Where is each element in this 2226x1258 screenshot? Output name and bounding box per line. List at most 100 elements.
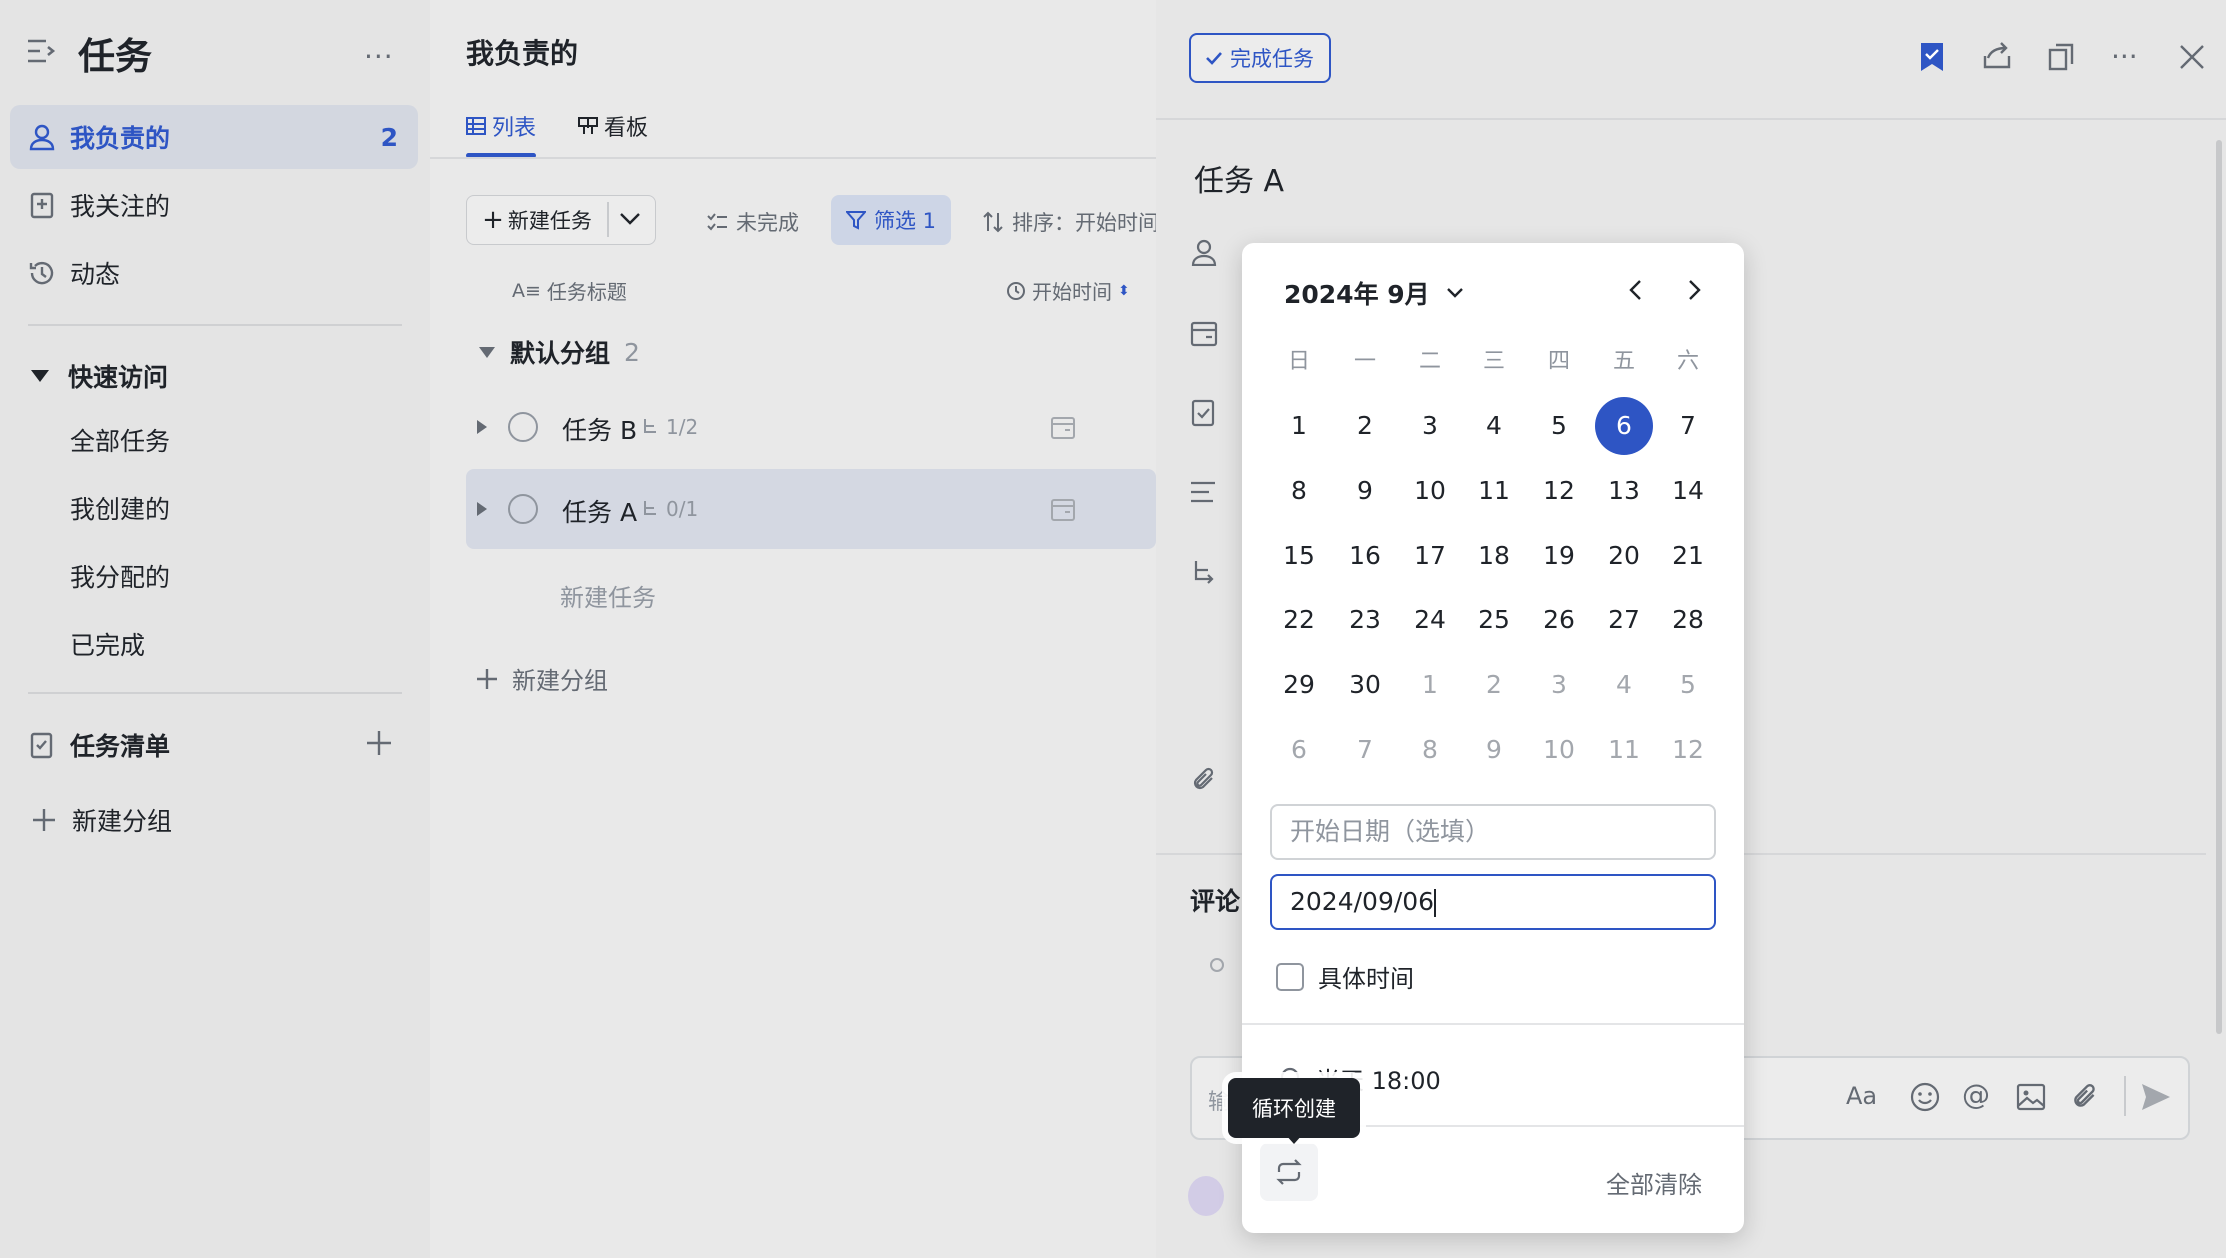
- calendar-day[interactable]: 27: [1595, 591, 1653, 649]
- column-header-title[interactable]: A≡ 任务标题: [512, 276, 627, 305]
- recurring-button[interactable]: [1260, 1143, 1318, 1201]
- table-row-selected[interactable]: 任务 A 0/1: [466, 469, 1156, 549]
- sidebar-item-assigned-by-me[interactable]: 我分配的: [70, 558, 170, 594]
- sidebar: 任务 ··· 我负责的 2 我关注的 动态 快速访问 全部任务 我创建的 我分配…: [0, 0, 430, 1258]
- calendar-day[interactable]: 15: [1270, 527, 1328, 585]
- filter-button[interactable]: 筛选 1: [831, 195, 951, 245]
- calendar-day[interactable]: 9: [1336, 462, 1394, 520]
- calendar-day[interactable]: 20: [1595, 527, 1653, 585]
- new-group-button[interactable]: 新建分组: [476, 661, 608, 696]
- specific-time-checkbox[interactable]: [1276, 962, 1304, 991]
- task-list-icon: [1190, 398, 1218, 428]
- calendar-day[interactable]: 2: [1465, 656, 1523, 714]
- sidebar-item-completed[interactable]: 已完成: [70, 626, 145, 662]
- sidebar-title: 任务: [78, 35, 152, 78]
- text-format-icon[interactable]: Aa: [1846, 1082, 1877, 1110]
- calendar-day[interactable]: 12: [1530, 462, 1588, 520]
- calendar-day[interactable]: 19: [1530, 527, 1588, 585]
- specific-time-option[interactable]: 具体时间: [1276, 959, 1414, 994]
- calendar-day[interactable]: 5: [1530, 397, 1588, 455]
- calendar-day[interactable]: 10: [1401, 462, 1459, 520]
- calendar-day[interactable]: 24: [1401, 591, 1459, 649]
- calendar-day[interactable]: 12: [1659, 721, 1717, 779]
- calendar-day-selected[interactable]: 6: [1595, 397, 1653, 455]
- due-date-input[interactable]: 2024/09/06: [1270, 874, 1716, 930]
- sidebar-item-created[interactable]: 我创建的: [70, 490, 170, 526]
- next-month-button[interactable]: [1686, 279, 1702, 301]
- calendar-day[interactable]: 7: [1659, 397, 1717, 455]
- calendar-day[interactable]: 2: [1336, 397, 1394, 455]
- new-task-row[interactable]: 新建任务: [560, 578, 656, 613]
- calendar-day[interactable]: 7: [1336, 721, 1394, 779]
- calendar-day[interactable]: 3: [1530, 656, 1588, 714]
- calendar-day[interactable]: 1: [1270, 397, 1328, 455]
- calendar-day[interactable]: 9: [1465, 721, 1523, 779]
- sidebar-item-assigned[interactable]: 我负责的 2: [10, 105, 418, 169]
- table-icon: [466, 117, 486, 135]
- divider: [28, 692, 402, 694]
- calendar-day[interactable]: 8: [1401, 721, 1459, 779]
- calendar-day[interactable]: 1: [1401, 656, 1459, 714]
- calendar-day[interactable]: 18: [1465, 527, 1523, 585]
- sidebar-item-all-tasks[interactable]: 全部任务: [70, 422, 170, 458]
- calendar-day[interactable]: 4: [1595, 656, 1653, 714]
- specific-time-label: 具体时间: [1318, 965, 1414, 993]
- table-row[interactable]: 任务 B 1/2: [466, 387, 1156, 467]
- weekday-label: 日: [1287, 349, 1310, 374]
- chevron-down-icon[interactable]: [619, 211, 641, 227]
- calendar-day[interactable]: 22: [1270, 591, 1328, 649]
- calendar-day[interactable]: 14: [1659, 462, 1717, 520]
- task-lists-header[interactable]: 任务清单: [28, 727, 170, 763]
- calendar-day[interactable]: 21: [1659, 527, 1717, 585]
- calendar-day[interactable]: 28: [1659, 591, 1717, 649]
- calendar-day[interactable]: 13: [1595, 462, 1653, 520]
- tab-kanban[interactable]: 看板: [578, 110, 648, 142]
- quick-access-header[interactable]: 快速访问: [30, 358, 168, 394]
- calendar-day[interactable]: 10: [1530, 721, 1588, 779]
- calendar-day[interactable]: 4: [1465, 397, 1523, 455]
- sort-indicator-icon: ⬍: [1118, 282, 1130, 299]
- share-icon[interactable]: [1982, 42, 2012, 70]
- month-selector[interactable]: 2024年 9月: [1284, 275, 1464, 311]
- calendar-day[interactable]: 8: [1270, 462, 1328, 520]
- calendar-day[interactable]: 23: [1336, 591, 1394, 649]
- more-icon[interactable]: ···: [2111, 40, 2138, 73]
- calendar-day[interactable]: 6: [1270, 721, 1328, 779]
- calendar-day[interactable]: 29: [1270, 656, 1328, 714]
- calendar-day[interactable]: 11: [1595, 721, 1653, 779]
- incomplete-filter[interactable]: 未完成: [706, 207, 799, 237]
- more-icon[interactable]: ···: [364, 40, 394, 73]
- prev-month-button[interactable]: [1628, 279, 1644, 301]
- add-task-list-icon[interactable]: [364, 728, 394, 758]
- task-title[interactable]: 任务 A: [1194, 156, 1284, 200]
- column-header-start-time[interactable]: 开始时间 ⬍: [1006, 276, 1130, 305]
- scrollbar[interactable]: [2216, 140, 2222, 1034]
- clock-icon: [1007, 281, 1025, 300]
- calendar-day[interactable]: 26: [1530, 591, 1588, 649]
- complete-checkbox[interactable]: [508, 494, 538, 524]
- calendar-day[interactable]: 11: [1465, 462, 1523, 520]
- calendar-day[interactable]: 3: [1401, 397, 1459, 455]
- calendar-day[interactable]: 5: [1659, 656, 1717, 714]
- sidebar-item-activity[interactable]: 动态: [10, 241, 418, 305]
- bookmark-icon[interactable]: [1919, 42, 1945, 72]
- copy-icon[interactable]: [2048, 43, 2074, 71]
- collapse-sidebar-icon[interactable]: [26, 38, 56, 64]
- calendar-day[interactable]: 16: [1336, 527, 1394, 585]
- start-date-input[interactable]: 开始日期（选填）: [1270, 804, 1716, 860]
- clear-all-button[interactable]: 全部清除: [1606, 1165, 1702, 1200]
- group-header[interactable]: 默认分组 2: [478, 334, 640, 370]
- tab-list[interactable]: 列表: [466, 110, 536, 142]
- complete-checkbox[interactable]: [508, 412, 538, 442]
- complete-task-button[interactable]: 完成任务: [1189, 33, 1331, 83]
- calendar-day[interactable]: 30: [1336, 656, 1394, 714]
- new-group-button[interactable]: 新建分组: [32, 802, 172, 838]
- new-task-button[interactable]: + 新建任务: [467, 196, 607, 243]
- mention-icon[interactable]: @: [1962, 1078, 1990, 1111]
- sort-button[interactable]: 排序：开始时间: [982, 207, 1156, 237]
- calendar-day[interactable]: 17: [1401, 527, 1459, 585]
- chevron-right-icon: [1689, 280, 1701, 300]
- sidebar-item-following[interactable]: 我关注的: [10, 173, 418, 237]
- calendar-day[interactable]: 25: [1465, 591, 1523, 649]
- close-icon[interactable]: [2179, 44, 2205, 70]
